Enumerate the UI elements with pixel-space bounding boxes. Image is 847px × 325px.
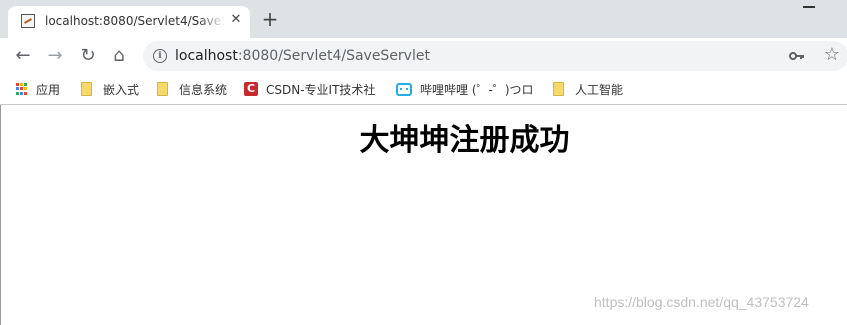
minimize-window-button[interactable] [803,6,815,8]
address-bar[interactable]: i localhost:8080/Servlet4/SaveServlet ☆ [143,41,847,71]
apps-icon-dot [24,87,27,91]
reload-button[interactable]: ↻ [76,44,100,68]
site-info-icon[interactable]: i [153,49,167,63]
bookmark-label: 哔哩哔哩 (゜-゜)つロ [420,82,532,97]
apps-icon-dot [24,83,27,86]
bookmark-info-systems[interactable]: 信息系统 [157,80,227,98]
page-heading: 大坤坤注册成功 [359,123,570,158]
close-tab-icon[interactable]: ✕ [228,12,244,28]
bookmark-csdn[interactable]: C CSDN-专业IT技术社 [244,80,378,98]
apps-icon-dot [20,83,23,86]
apps-icon-dot [20,91,23,95]
folder-icon [81,82,92,96]
forward-button[interactable]: → [43,44,67,68]
bookmarks-bar: 应用 嵌入式 信息系统 C CSDN-专业IT技术社 哔哩哔哩 (゜-゜)つロ … [0,74,847,105]
url-host: localhost [175,48,238,64]
new-tab-button[interactable]: + [259,8,281,30]
url-text[interactable]: localhost:8080/Servlet4/SaveServlet [175,48,430,64]
apps-icon-dot [16,87,19,91]
watermark: https://blog.csdn.net/qq_43753724 [594,294,809,310]
browser-toolbar: ← → ↻ ⌂ i localhost:8080/Servlet4/SaveSe… [0,38,847,74]
bookmark-label: 人工智能 [575,82,624,97]
home-button[interactable]: ⌂ [107,44,131,68]
bookmark-apps[interactable]: 应用 [16,80,60,98]
tab-strip: localhost:8080/Servlet4/SaveServlet ✕ + [0,0,847,38]
apps-icon-dot [16,83,19,86]
folder-icon [157,82,168,96]
folder-icon [553,82,564,96]
bookmark-ai[interactable]: 人工智能 [553,80,623,98]
browser-tab[interactable]: localhost:8080/Servlet4/SaveServlet ✕ [8,6,250,38]
apps-icon [16,83,28,95]
tab-title: localhost:8080/Servlet4/SaveServlet [45,14,225,28]
bookmark-embedded[interactable]: 嵌入式 [81,80,139,98]
bookmark-label: 嵌入式 [103,82,140,97]
apps-icon-dot [24,91,27,95]
apps-icon-dot [16,91,19,95]
page-favicon-icon [21,14,35,28]
bilibili-icon [396,82,412,96]
bookmark-label: 信息系统 [179,82,228,97]
page-content: 大坤坤注册成功 [0,105,847,325]
key-icon[interactable] [789,49,805,63]
bookmark-star-icon[interactable]: ☆ [821,44,843,66]
bookmark-label: 应用 [36,82,61,97]
bookmark-bilibili[interactable]: 哔哩哔哩 (゜-゜)つロ [396,80,532,98]
apps-icon-dot [20,87,23,91]
csdn-icon: C [244,82,258,96]
back-button[interactable]: ← [11,44,35,68]
url-path: :8080/Servlet4/SaveServlet [237,48,430,64]
bookmark-label: CSDN-专业IT技术社 [266,82,376,97]
